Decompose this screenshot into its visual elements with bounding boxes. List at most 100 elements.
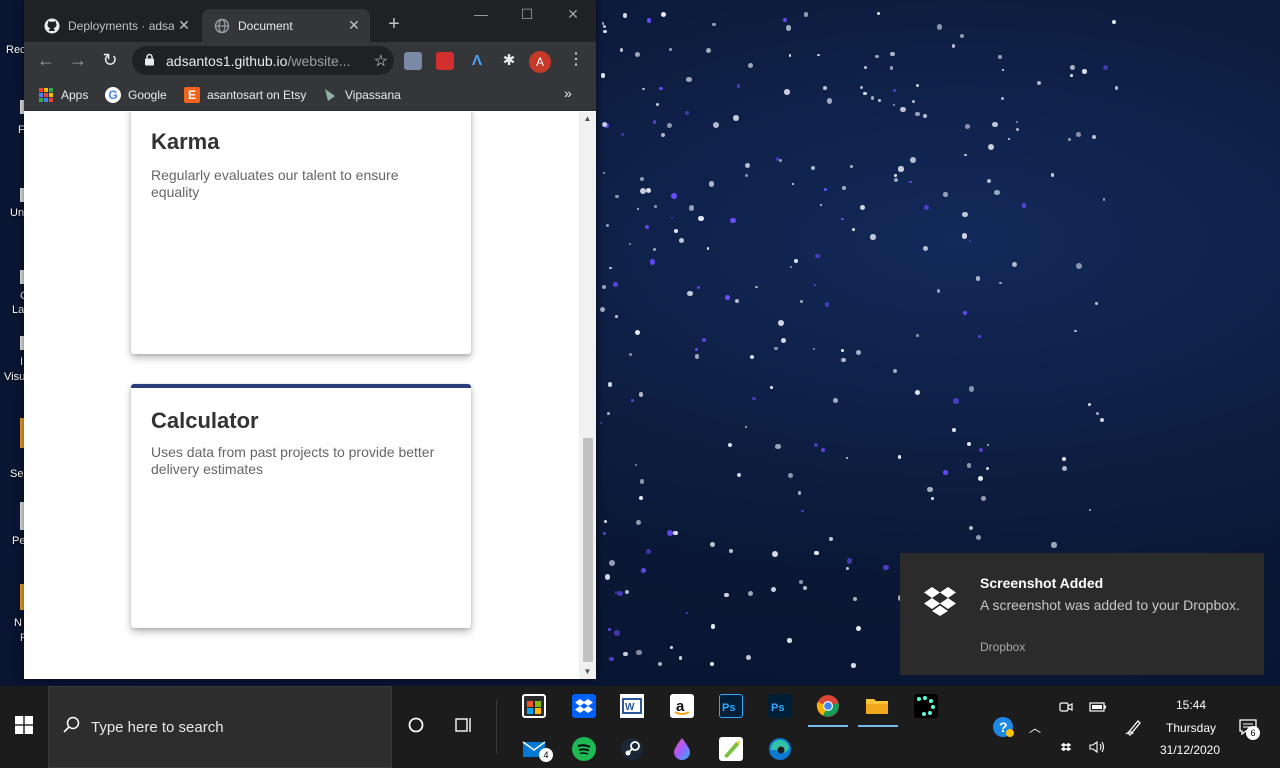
clock-date[interactable]: 31/12/2020 bbox=[1150, 743, 1230, 757]
explorer-running-indicator bbox=[858, 725, 898, 727]
desktop-label[interactable]: N bbox=[14, 617, 22, 629]
menu-kebab-icon[interactable]: ⋮ bbox=[568, 50, 584, 70]
wallpaper-star bbox=[774, 346, 778, 350]
wallpaper-star bbox=[601, 285, 606, 290]
desktop-label[interactable]: Visu bbox=[4, 371, 25, 383]
task-view-button[interactable] bbox=[446, 710, 482, 744]
desktop-label[interactable]: La bbox=[12, 304, 24, 316]
bookmark-apps[interactable]: Apps bbox=[38, 86, 88, 104]
github-icon bbox=[44, 18, 60, 34]
forward-button[interactable]: → bbox=[68, 50, 88, 70]
address-bar[interactable]: adsantos1.github.io/website... ☆ bbox=[132, 46, 394, 75]
wallpaper-star bbox=[1037, 80, 1042, 85]
file-explorer-icon[interactable] bbox=[865, 694, 889, 718]
photoshop-icon[interactable]: Ps bbox=[719, 694, 743, 718]
profile-avatar[interactable]: A bbox=[529, 51, 551, 73]
new-tab-button[interactable]: + bbox=[384, 14, 404, 34]
scroll-down-arrow-icon[interactable]: ▼ bbox=[579, 665, 596, 679]
wallpaper-star bbox=[623, 652, 628, 657]
bookmark-google[interactable]: G Google bbox=[105, 86, 167, 104]
wallpaper-star bbox=[652, 120, 656, 124]
wallpaper-star bbox=[670, 645, 674, 649]
chrome-icon[interactable] bbox=[816, 694, 840, 718]
wallpaper-star bbox=[963, 153, 967, 157]
wallpaper-star bbox=[923, 205, 930, 211]
wallpaper-star bbox=[850, 164, 854, 168]
notification-app: Dropbox bbox=[980, 640, 1026, 654]
wallpaper-star bbox=[678, 656, 683, 660]
taskbar-search-box[interactable]: Type here to search bbox=[48, 686, 392, 768]
close-window-button[interactable]: ✕ bbox=[550, 6, 596, 26]
paint-drop-icon[interactable] bbox=[670, 737, 694, 761]
edge-icon[interactable] bbox=[768, 737, 792, 761]
microsoft-store-icon[interactable] bbox=[522, 694, 546, 718]
karma-card[interactable]: Karma Regularly evaluates our talent to … bbox=[131, 112, 471, 354]
scroll-up-arrow-icon[interactable]: ▲ bbox=[579, 112, 596, 126]
wallpaper-star bbox=[609, 266, 613, 270]
page-scrollbar[interactable]: ▲ ▼ bbox=[579, 112, 596, 679]
extension-puzzle-gear-icon[interactable] bbox=[404, 52, 422, 70]
extensions-puzzle-icon[interactable]: ✱ bbox=[500, 52, 518, 70]
dropbox-app-icon[interactable] bbox=[572, 694, 596, 718]
wallpaper-star bbox=[1074, 329, 1077, 333]
back-button[interactable]: ← bbox=[36, 50, 56, 70]
cortana-button[interactable] bbox=[398, 710, 434, 744]
wallpaper-star bbox=[841, 217, 844, 220]
wallpaper-star bbox=[966, 463, 971, 468]
wallpaper-star bbox=[646, 18, 652, 24]
battery-icon[interactable] bbox=[1080, 690, 1116, 724]
wallpaper-star bbox=[998, 55, 1003, 59]
word-icon[interactable]: W bbox=[620, 694, 644, 718]
bookmarks-overflow-icon[interactable]: » bbox=[564, 85, 572, 101]
wallpaper-star bbox=[1016, 121, 1019, 124]
wallpaper-star bbox=[824, 302, 829, 307]
desktop-label[interactable]: Rec bbox=[6, 44, 26, 56]
wallpaper-star bbox=[634, 463, 638, 467]
clock-day[interactable]: Thursday bbox=[1155, 721, 1227, 735]
pen-workspace-icon[interactable] bbox=[1116, 710, 1152, 744]
wallpaper-star bbox=[1021, 202, 1027, 208]
steam-icon[interactable] bbox=[620, 737, 644, 761]
reload-button[interactable]: ↻ bbox=[100, 50, 120, 70]
wallpaper-star bbox=[813, 443, 818, 448]
clock-time[interactable]: 15:44 bbox=[1160, 698, 1222, 712]
wallpaper-star bbox=[630, 399, 635, 403]
close-tab-icon[interactable]: ✕ bbox=[344, 17, 364, 34]
etsy-icon: E bbox=[184, 87, 200, 103]
dropbox-notification[interactable]: Screenshot Added A screenshot was added … bbox=[900, 553, 1264, 675]
tab-document[interactable]: Document ✕ bbox=[202, 9, 370, 42]
wallpaper-star bbox=[1095, 301, 1099, 305]
tab-strip: Deployments · adsa ✕ Document ✕ + — ☐ ✕ bbox=[24, 0, 596, 42]
tab-deployments[interactable]: Deployments · adsa ✕ bbox=[32, 9, 200, 42]
amazon-icon[interactable]: a bbox=[670, 694, 694, 718]
wallpaper-star bbox=[637, 208, 640, 211]
scrollbar-thumb[interactable] bbox=[583, 438, 593, 662]
close-tab-icon[interactable]: ✕ bbox=[174, 17, 194, 34]
meet-now-icon[interactable] bbox=[1048, 690, 1084, 724]
wallpaper-star bbox=[1100, 417, 1104, 422]
spotify-icon[interactable] bbox=[572, 737, 596, 761]
extension-a-icon[interactable]: Λ bbox=[468, 52, 486, 70]
volume-icon[interactable] bbox=[1080, 730, 1116, 764]
bookmark-vipassana[interactable]: Vipassana bbox=[322, 86, 401, 104]
start-button[interactable] bbox=[0, 686, 48, 768]
sketch-pencil-icon[interactable] bbox=[719, 737, 743, 761]
bookmark-label: Google bbox=[128, 88, 167, 102]
wallpaper-star bbox=[640, 567, 646, 573]
desktop-label[interactable]: Se bbox=[10, 468, 23, 480]
bookmark-etsy[interactable]: E asantosart on Etsy bbox=[184, 86, 306, 104]
desktop-label[interactable]: Un bbox=[10, 207, 24, 219]
minimize-button[interactable]: — bbox=[458, 6, 504, 26]
dots-app-icon[interactable] bbox=[914, 694, 938, 718]
desktop-label[interactable]: I bbox=[20, 356, 23, 368]
svg-text:W: W bbox=[625, 702, 635, 713]
extension-red-icon[interactable] bbox=[436, 52, 454, 70]
maximize-button[interactable]: ☐ bbox=[504, 6, 550, 26]
calculator-card[interactable]: Calculator Uses data from past projects … bbox=[131, 384, 471, 628]
photoshop-icon-alt[interactable]: Ps bbox=[768, 694, 792, 718]
wallpaper-star bbox=[922, 245, 928, 251]
wallpaper-star bbox=[815, 253, 820, 259]
wallpaper-star bbox=[1088, 403, 1091, 406]
bookmark-star-icon[interactable]: ☆ bbox=[374, 51, 388, 71]
dropbox-tray-icon[interactable] bbox=[1048, 730, 1084, 764]
